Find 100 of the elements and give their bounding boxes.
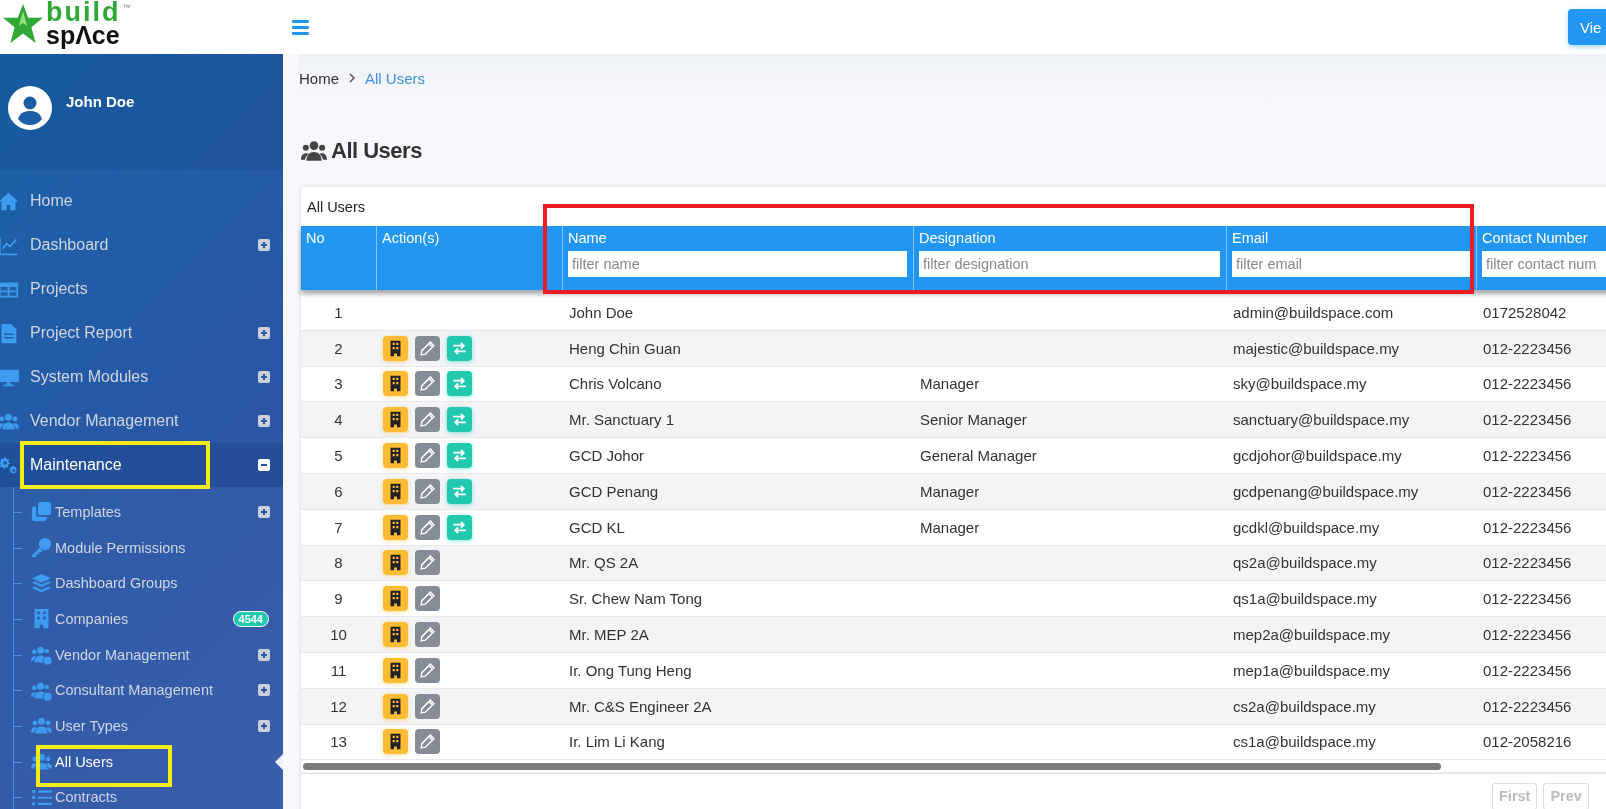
submenu-item[interactable]: Dashboard Groups [0,565,283,602]
menu-item[interactable]: Dashboard [0,223,283,267]
expand-icon[interactable] [258,684,270,697]
table-cell-text: 012-2223456 [1482,697,1573,715]
edit-button[interactable] [415,622,440,648]
edit-button[interactable] [415,514,440,540]
menu-item[interactable]: Maintenance [0,443,283,487]
edit-button[interactable] [415,550,440,576]
table-cell-text: majestic@buildspace.my [1232,339,1401,357]
users-icon [301,138,327,164]
edit-button[interactable] [415,407,440,433]
switch-button[interactable] [447,514,472,540]
pencil-icon [419,661,436,679]
menu-item[interactable]: Vendor Management [0,399,283,443]
chevron-icon [347,73,357,83]
table-cell-text: cs2a@buildspace.my [1232,697,1377,715]
filter-field[interactable]: filter designation [919,251,1220,277]
table-cell-text: 5 [333,447,344,465]
switch-button[interactable] [447,478,472,504]
company-button[interactable] [383,729,408,755]
table-cell-text: 012-2058216 [1482,733,1573,751]
expand-icon[interactable] [258,719,270,732]
company-button[interactable] [383,586,408,612]
edit-button[interactable] [415,693,440,719]
table-cell-text: Ir. Ong Tung Heng [568,661,693,679]
expand-icon[interactable] [258,371,270,383]
scrollbar[interactable] [303,763,1441,771]
switch-button[interactable] [447,371,472,397]
breadcrumb-link[interactable]: Home [299,69,339,87]
expand-icon[interactable] [258,415,270,427]
company-button[interactable] [383,693,408,719]
company-button[interactable] [383,407,408,433]
pencil-icon [419,554,436,572]
menu-icon[interactable] [292,17,309,37]
table-cell-text: Chris Volcano [568,375,663,393]
key-icon [31,537,52,559]
edit-button[interactable] [415,371,440,397]
expand-icon[interactable] [258,648,270,661]
star-logo-icon [2,3,44,45]
submenu-item[interactable]: Consultant Management [0,672,283,709]
view-button[interactable]: Vie [1568,9,1606,45]
table-cell-text: mep2a@buildspace.my [1232,626,1391,644]
breadcrumb-link[interactable]: All Users [365,69,426,87]
table-cell-text: Ir. Lim Li Kang [568,733,666,751]
edit-button[interactable] [415,478,440,504]
pencil-icon [419,482,436,500]
menu-item[interactable]: System Modules [0,355,283,399]
edit-button[interactable] [415,586,440,612]
page-title: All Users [331,138,422,164]
table-cell-text: Manager [919,518,981,536]
submenu-item[interactable]: Vendor Management [0,636,283,673]
table-cell-text: Heng Chin Guan [568,339,682,357]
table-cell-text: Sr. Chew Nam Tong [568,590,704,608]
expand-icon[interactable] [258,327,270,339]
table-cell-text: GCD Penang [568,482,660,500]
submenu-item[interactable]: Module Permissions [0,529,283,566]
company-button[interactable] [383,443,408,469]
submenu-item[interactable]: Templates [0,494,283,530]
filter-field[interactable]: filter contact num [1482,251,1606,277]
company-button[interactable] [383,371,408,397]
table-cell-text: qs2a@buildspace.my [1232,554,1378,572]
submenu-item[interactable]: Contracts [0,779,283,809]
switch-button[interactable] [447,335,472,361]
table-cell-text: 1 [333,303,344,321]
table-cell-text: 012-2223456 [1482,411,1573,429]
company-button[interactable] [383,514,408,540]
submenu-item[interactable]: User Types [0,708,283,744]
company-button[interactable] [383,657,408,683]
menu-item[interactable]: Home [0,179,283,223]
table-cell-text: admin@buildspace.com [1232,303,1395,321]
edit-button[interactable] [415,335,440,361]
switch-button[interactable] [447,407,472,433]
menu-item[interactable]: Project Report [0,311,283,355]
edit-button[interactable] [415,657,440,683]
table-cell-text: GCD KL [568,518,626,536]
collapse-icon[interactable] [258,459,270,471]
filter-field[interactable]: filter name [568,251,907,277]
expand-icon[interactable] [258,239,270,251]
trademark-mark: ™ [122,3,131,12]
table-cell-text: 012-2223456 [1482,661,1573,679]
submenu-item[interactable]: Companies 4544 [0,601,283,637]
table-cell-text: Mr. Sanctuary 1 [568,411,676,429]
company-button[interactable] [383,335,408,361]
table-cell-text: 4 [333,411,344,429]
table-cell-text: Manager [919,482,981,500]
table-cell-text: 6 [333,482,344,500]
menu-item[interactable]: Projects [0,267,283,311]
edit-button[interactable] [415,443,440,469]
table-cell-text: Mr. QS 2A [568,554,640,572]
edit-button[interactable] [415,729,440,755]
expand-icon[interactable] [258,505,270,518]
layers-icon [31,572,52,594]
company-button[interactable] [383,622,408,648]
filter-field[interactable]: filter email [1232,251,1470,277]
pencil-icon [419,626,436,644]
switch-button[interactable] [447,443,472,469]
table-cell-text: 012-2223456 [1482,482,1573,500]
table-cell-text: 012-2223456 [1482,339,1573,357]
company-button[interactable] [383,550,408,576]
company-button[interactable] [383,478,408,504]
